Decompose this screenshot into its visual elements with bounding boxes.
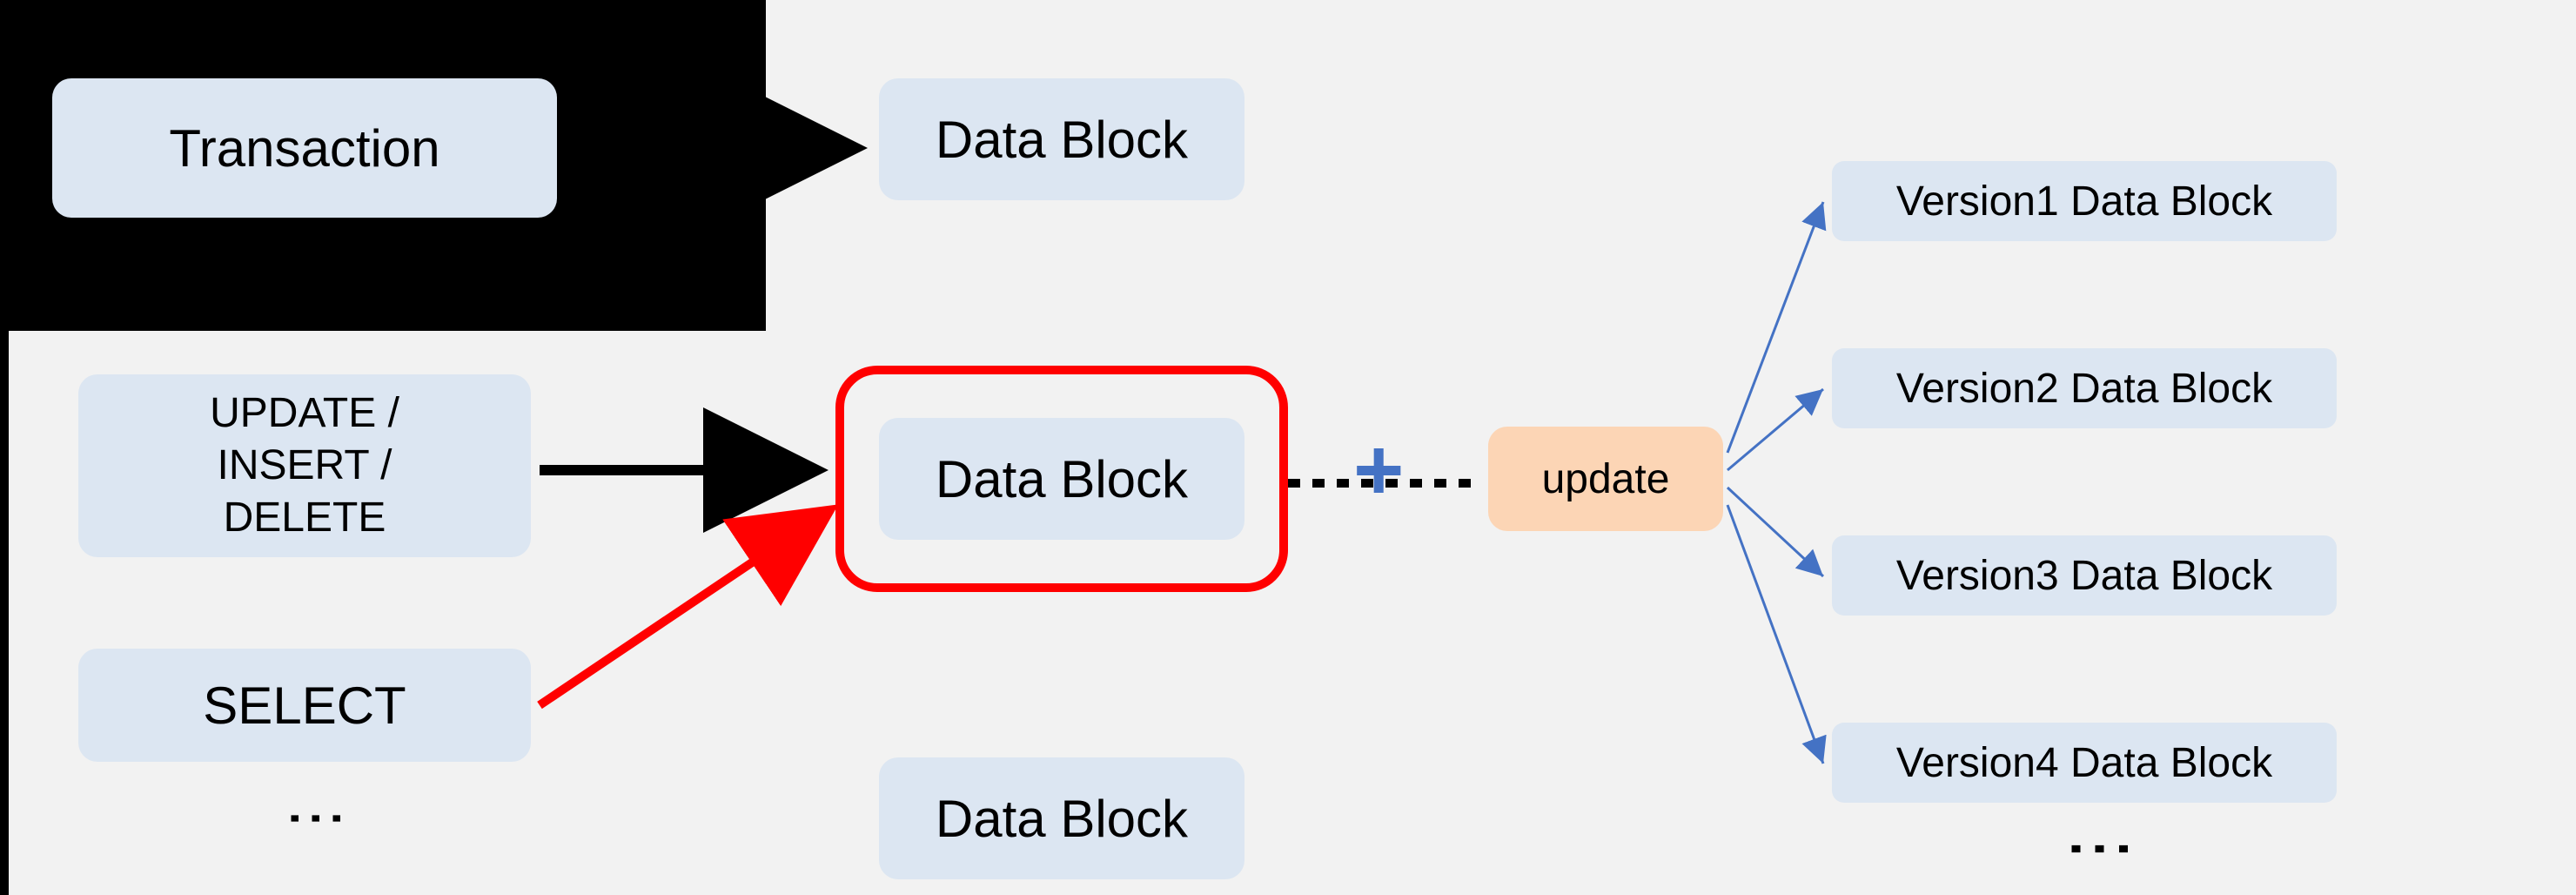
version1-node: Version1 Data Block xyxy=(1832,161,2337,241)
plus-label: + xyxy=(1353,421,1404,519)
transaction-node: Transaction xyxy=(52,78,557,218)
update-node: update xyxy=(1488,427,1723,531)
version2-label: Version2 Data Block xyxy=(1896,365,2272,413)
data-block-1: Data Block xyxy=(879,78,1244,200)
version1-label: Version1 Data Block xyxy=(1896,178,2272,225)
version2-node: Version2 Data Block xyxy=(1832,348,2337,428)
highlight-frame xyxy=(835,366,1288,592)
data-block-3: Data Block xyxy=(879,757,1244,879)
select-node: SELECT xyxy=(78,649,531,762)
ops-label: UPDATE / INSERT / DELETE xyxy=(210,387,399,544)
diagram-canvas: Transaction UPDATE / INSERT / DELETE SEL… xyxy=(0,0,2576,895)
version4-label: Version4 Data Block xyxy=(1896,739,2272,787)
select-label: SELECT xyxy=(203,676,406,736)
right-ellipsis-icon: ⋮ xyxy=(2067,814,2137,884)
transaction-label: Transaction xyxy=(169,118,439,178)
version4-node: Version4 Data Block xyxy=(1832,723,2337,803)
data-block-3-label: Data Block xyxy=(936,789,1188,849)
update-label: update xyxy=(1542,455,1670,503)
version3-node: Version3 Data Block xyxy=(1832,535,2337,616)
version3-label: Version3 Data Block xyxy=(1896,552,2272,600)
ops-node: UPDATE / INSERT / DELETE xyxy=(78,374,531,557)
left-ellipsis-icon: ⋮ xyxy=(287,788,348,849)
plus-icon: + xyxy=(1353,427,1404,514)
data-block-1-label: Data Block xyxy=(936,110,1188,170)
